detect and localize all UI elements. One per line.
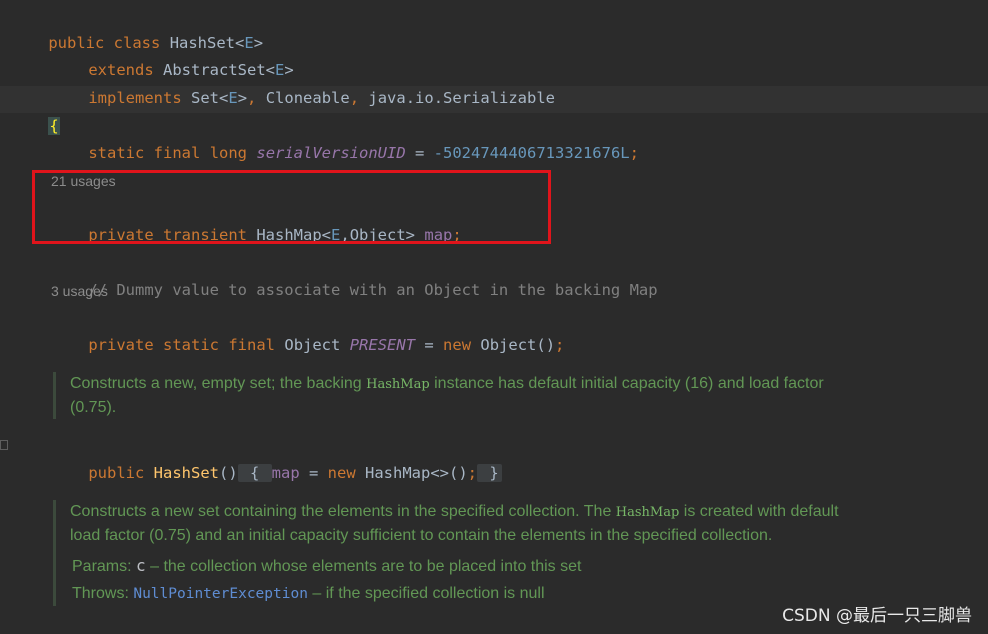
doc-code: HashMap xyxy=(366,377,430,392)
constructor-call: Object() xyxy=(480,336,556,354)
usages-hint[interactable]: 3 usages xyxy=(51,283,108,299)
code-line-extends[interactable]: extends AbstractSet<E> xyxy=(51,31,293,79)
type-name: java.io.Serializable xyxy=(368,89,556,107)
keyword: new xyxy=(327,464,356,482)
javadoc-block: Constructs a new, empty set; the backing… xyxy=(53,372,830,419)
field-name: PRESENT xyxy=(349,336,416,354)
keyword: final xyxy=(153,144,201,162)
watermark: CSDN @最后一只三脚兽 xyxy=(782,606,972,626)
doc-text: Constructs a new, empty set; the backing xyxy=(70,375,367,392)
code-line-constructor[interactable]: public HashSet() { map = new HashMap<>()… xyxy=(51,434,502,482)
highlight-box xyxy=(32,170,551,244)
doc-label: Throws: xyxy=(72,585,134,602)
keyword: static xyxy=(88,144,145,162)
keyword: implements xyxy=(88,89,182,107)
operator: = xyxy=(415,336,444,354)
method-name: HashSet xyxy=(153,464,219,482)
constructor-call: HashMap<>() xyxy=(365,464,468,482)
code-line-present-field[interactable]: private static final Object PRESENT = ne… xyxy=(51,306,564,354)
doc-text: – if the specified collection is null xyxy=(307,585,545,602)
keyword: final xyxy=(228,336,276,354)
code-editor[interactable]: public class HashSet<E> extends Abstract… xyxy=(0,0,988,634)
javadoc-block: Constructs a new set containing the elem… xyxy=(53,500,860,606)
doc-code: HashMap xyxy=(615,505,680,520)
folded-region-open[interactable]: { xyxy=(237,464,272,482)
code-line-implements[interactable]: implements Set<E>, Cloneable, java.io.Se… xyxy=(51,59,555,107)
keyword: new xyxy=(443,336,472,354)
operator: = xyxy=(299,464,328,482)
doc-label: Params: xyxy=(72,558,137,575)
doc-text: Constructs a new set containing the elem… xyxy=(70,503,616,520)
type-name: Cloneable xyxy=(265,89,350,107)
doc-throws: Throws: NullPointerException – if the sp… xyxy=(70,582,860,606)
number-literal: -5024744406713321676L xyxy=(433,144,630,162)
punct: , xyxy=(349,89,369,107)
code-line-serial-uid[interactable]: static final long serialVersionUID = -50… xyxy=(51,114,639,162)
punct: ; xyxy=(555,336,565,354)
line-comment: // Dummy value to associate with an Obje… xyxy=(88,281,658,299)
punct: () xyxy=(219,464,238,482)
keyword: private xyxy=(88,336,154,354)
field-name: map xyxy=(271,464,300,482)
type-name: Set xyxy=(191,89,219,107)
doc-params: Params: c – the collection whose element… xyxy=(70,554,860,578)
keyword: static xyxy=(163,336,219,354)
punct: ; xyxy=(629,144,639,162)
field-name: serialVersionUID xyxy=(256,144,406,162)
code-line-comment[interactable]: // Dummy value to associate with an Obje… xyxy=(51,251,657,299)
fold-gutter-icon[interactable] xyxy=(0,440,8,450)
keyword: long xyxy=(209,144,248,162)
punct: , xyxy=(247,89,266,107)
code-line-open-brace[interactable]: { xyxy=(11,87,60,135)
punct: < xyxy=(219,89,229,107)
code-line-class-decl[interactable]: public class HashSet<E> xyxy=(11,4,263,52)
punct: > xyxy=(237,89,248,107)
operator: = xyxy=(405,144,434,162)
type-name: Object xyxy=(284,336,341,354)
folded-region-close[interactable]: } xyxy=(477,464,502,482)
doc-exception-link[interactable]: NullPointerException xyxy=(133,586,308,602)
doc-param-name: c xyxy=(136,556,146,575)
type-param: E xyxy=(228,89,238,107)
doc-text: – the collection whose elements are to b… xyxy=(145,558,582,575)
keyword: public xyxy=(88,464,145,482)
punct: ; xyxy=(467,464,478,482)
